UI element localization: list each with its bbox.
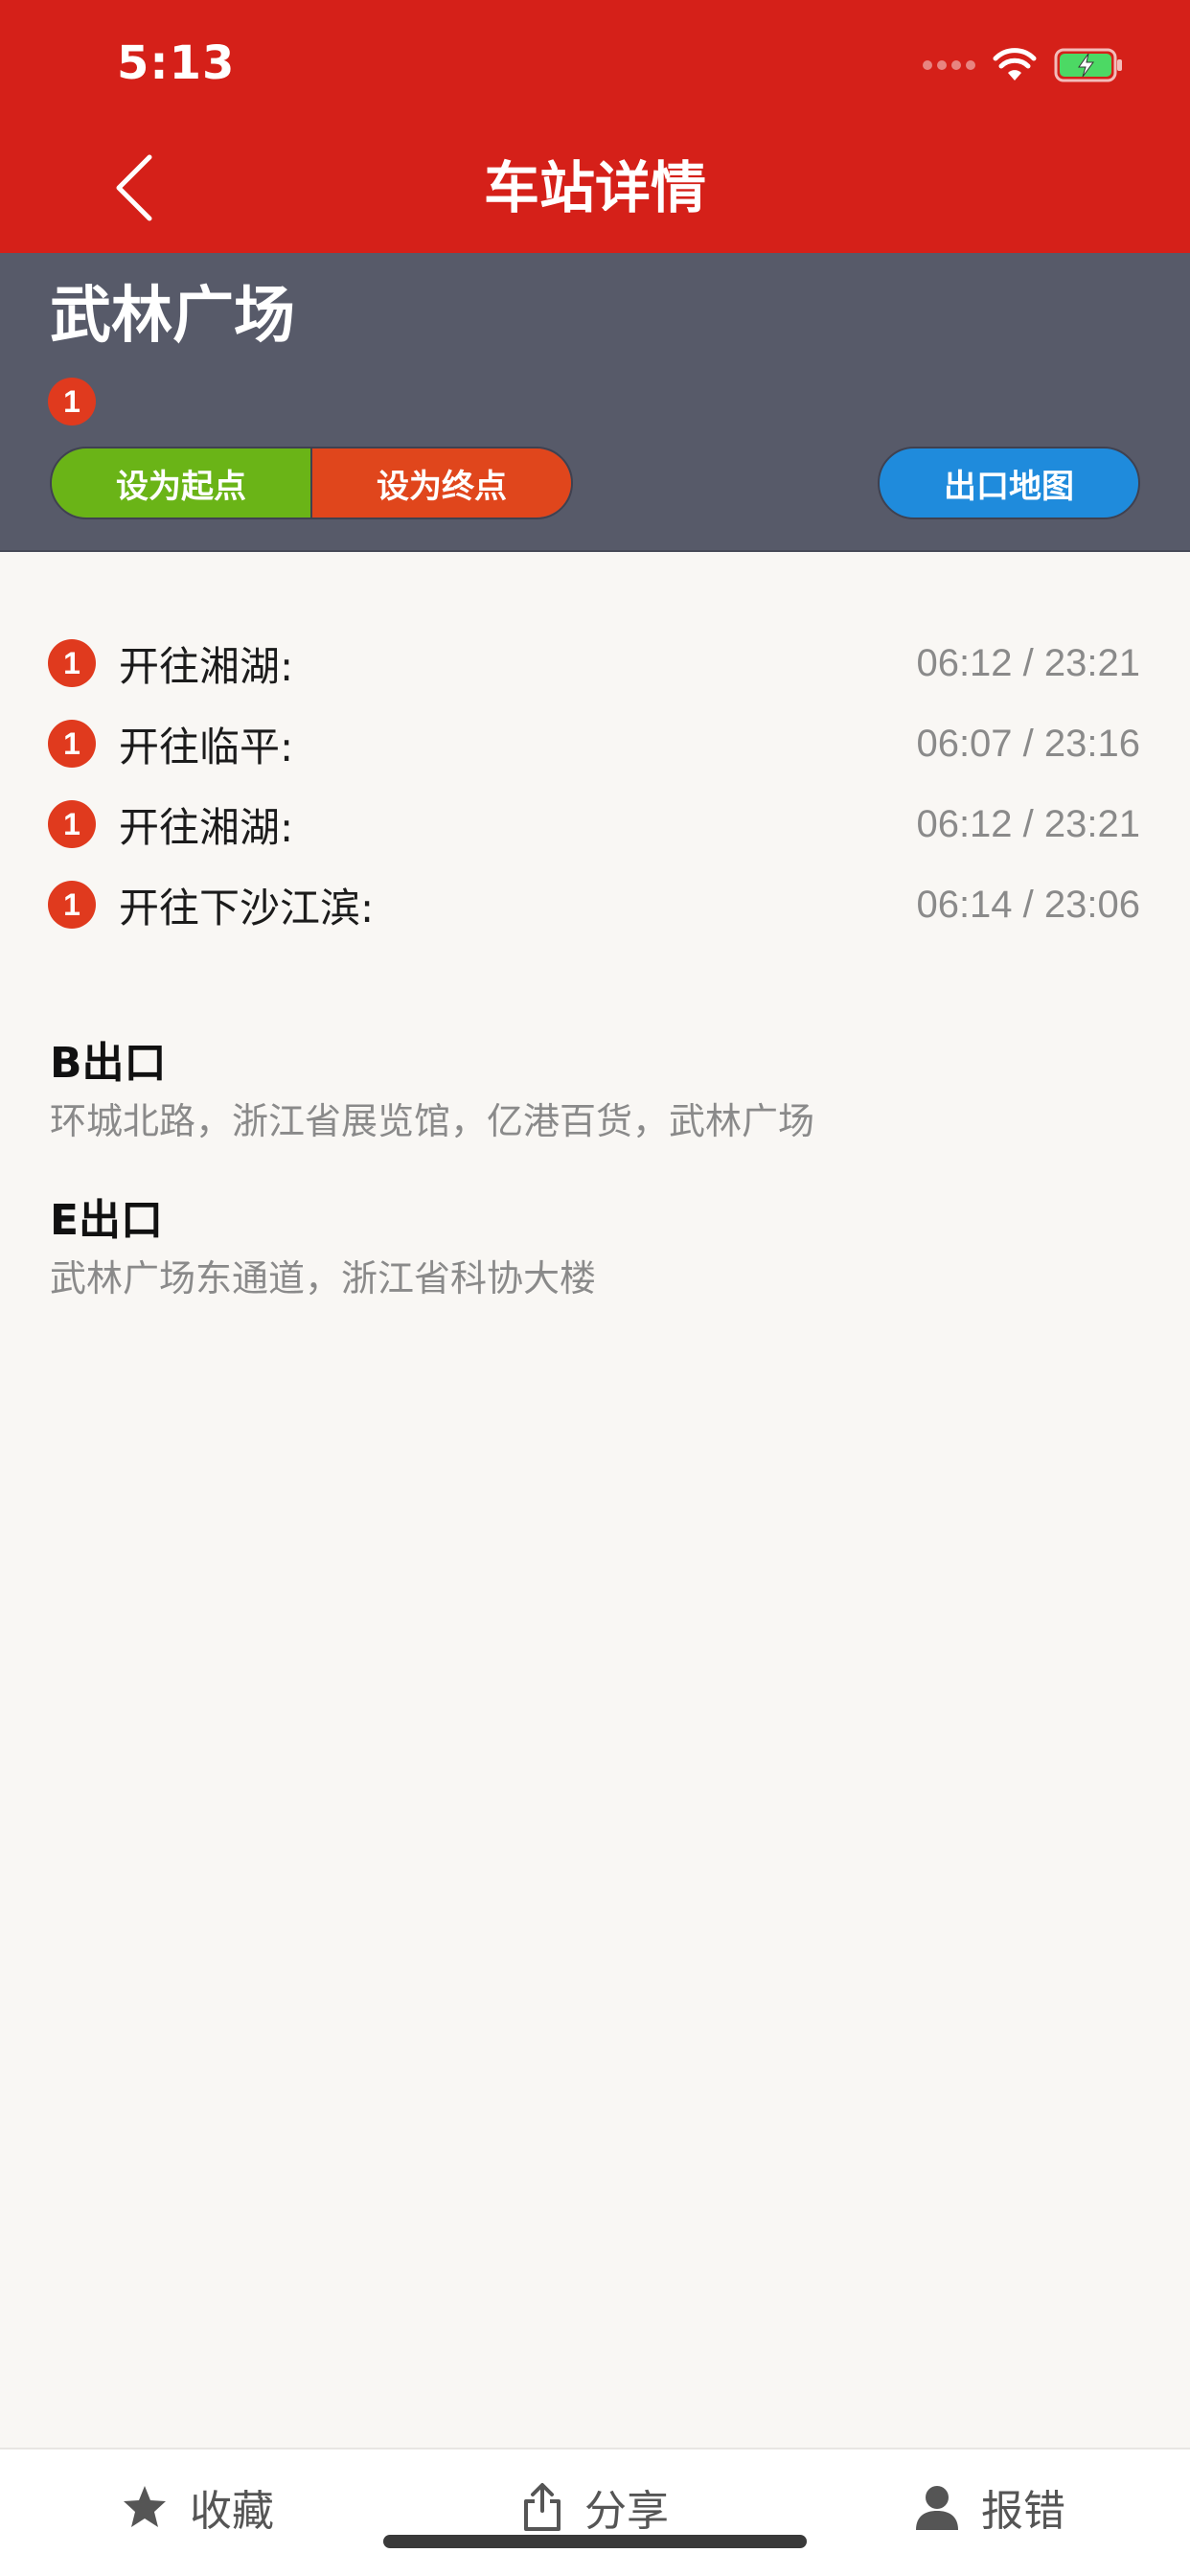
home-indicator bbox=[383, 2535, 807, 2548]
line-badge: 1 bbox=[48, 800, 96, 848]
status-time: 5:13 bbox=[117, 36, 236, 90]
set-start-button[interactable]: 设为起点 bbox=[52, 448, 312, 518]
cellular-signal-icon bbox=[923, 60, 975, 70]
report-label: 报错 bbox=[981, 2487, 1065, 2536]
schedule-direction: 开往湘湖: bbox=[119, 642, 294, 690]
report-error-button[interactable]: 报错 bbox=[914, 2471, 1065, 2543]
schedule-direction: 开往临平: bbox=[119, 723, 294, 770]
exit-name: E出口 bbox=[50, 1196, 164, 1245]
exit-name: B出口 bbox=[50, 1039, 167, 1088]
exit-item: B出口 环城北路，浙江省展览馆，亿港百货，武林广场 bbox=[50, 1033, 1142, 1148]
wifi-icon bbox=[993, 48, 1037, 80]
schedule-direction: 开往下沙江滨: bbox=[119, 884, 375, 932]
bottom-toolbar: 收藏 分享 报错 bbox=[0, 2448, 1190, 2576]
exit-item: E出口 武林广场东通道，浙江省科协大楼 bbox=[50, 1190, 1142, 1305]
star-icon bbox=[124, 2486, 166, 2527]
schedule-times: 06:14 / 23:06 bbox=[916, 883, 1140, 926]
exit-description: 武林广场东通道，浙江省科协大楼 bbox=[50, 1257, 597, 1300]
page-title: 车站详情 bbox=[483, 155, 706, 220]
line-badge: 1 bbox=[48, 378, 96, 426]
schedule-direction: 开往湘湖: bbox=[119, 803, 294, 851]
schedule-list: 1 开往湘湖: 06:12 / 23:21 1 开往临平: 06:07 / 23… bbox=[0, 623, 1190, 945]
schedule-row: 1 开往湘湖: 06:12 / 23:21 bbox=[0, 623, 1190, 703]
schedule-times: 06:12 / 23:21 bbox=[916, 641, 1140, 684]
share-button[interactable]: 分享 bbox=[521, 2471, 669, 2543]
favorite-button[interactable]: 收藏 bbox=[121, 2471, 274, 2543]
schedule-row: 1 开往下沙江滨: 06:14 / 23:06 bbox=[0, 864, 1190, 945]
station-header: 武林广场 1 设为起点 设为终点 出口地图 bbox=[0, 253, 1190, 552]
schedule-row: 1 开往临平: 06:07 / 23:16 bbox=[0, 703, 1190, 784]
exit-description: 环城北路，浙江省展览馆，亿港百货，武林广场 bbox=[50, 1100, 815, 1142]
schedule-row: 1 开往湘湖: 06:12 / 23:21 bbox=[0, 784, 1190, 864]
person-icon bbox=[916, 2486, 958, 2530]
exits-list: B出口 环城北路，浙江省展览馆，亿港百货，武林广场 E出口 武林广场东通道，浙江… bbox=[50, 1033, 1142, 1347]
share-label: 分享 bbox=[584, 2487, 669, 2536]
line-badge: 1 bbox=[48, 639, 96, 687]
exit-map-button[interactable]: 出口地图 bbox=[878, 447, 1140, 519]
schedule-times: 06:12 / 23:21 bbox=[916, 802, 1140, 845]
line-badge: 1 bbox=[48, 881, 96, 929]
top-header: 5:13 车站详情 bbox=[0, 0, 1190, 253]
line-badge: 1 bbox=[48, 720, 96, 768]
status-icons bbox=[923, 42, 1125, 88]
favorite-label: 收藏 bbox=[190, 2487, 274, 2536]
schedule-times: 06:07 / 23:16 bbox=[916, 722, 1140, 765]
start-end-segment: 设为起点 设为终点 bbox=[50, 447, 573, 519]
battery-charging-icon bbox=[1054, 48, 1122, 82]
share-icon bbox=[524, 2483, 561, 2531]
set-end-button[interactable]: 设为终点 bbox=[312, 448, 571, 518]
station-name: 武林广场 bbox=[50, 281, 295, 352]
